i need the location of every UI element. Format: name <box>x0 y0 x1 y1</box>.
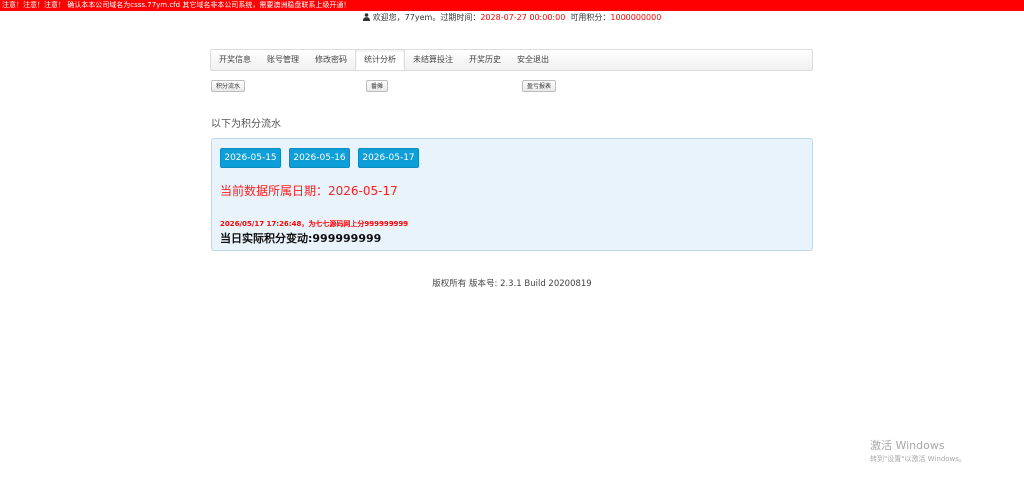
points-flow-panel: 2026-05-15 2026-05-16 2026-05-17 当前数据所属日… <box>211 138 813 251</box>
section-title: 以下为积分流水 <box>211 119 281 130</box>
watermark-title: 激活 Windows <box>870 439 945 452</box>
date-button-0516[interactable]: 2026-05-16 <box>289 148 350 168</box>
current-date-label: 当前数据所属日期：2026-05-17 <box>220 184 398 198</box>
nav-item-statistics[interactable]: 统计分析 <box>355 50 405 70</box>
windows-activation-watermark: 激活 Windows 转到"设置"以激活 Windows。 <box>870 439 966 464</box>
warning-bar: 注意！注意！注意！ 确认本本公司域名为csss.77ym.cfd 其它域名非本公… <box>0 0 1024 11</box>
welcome-line: 欢迎您，77yem。过期时间：2028-07-27 00:00:00 可用积分：… <box>0 12 1024 24</box>
welcome-prefix: 欢迎您，77yem。过期时间： <box>372 13 481 22</box>
points-value: 1000000000 <box>610 13 662 22</box>
profit-loss-report-button[interactable]: 盈亏报表 <box>522 80 557 92</box>
points-label: 可用积分： <box>570 13 611 22</box>
watermark-subtitle: 转到"设置"以激活 Windows。 <box>870 455 966 463</box>
date-button-0517[interactable]: 2026-05-17 <box>358 148 419 168</box>
points-log-entry: 2026/05/17 17:26:48，为七七源码网上分999999999 <box>220 220 409 228</box>
footer-copyright: 版权所有 版本号: 2.3.1 Build 20200819 <box>432 279 592 289</box>
expire-time: 2028-07-27 00:00:00 <box>480 13 566 22</box>
nav-item-account-management[interactable]: 账号管理 <box>259 50 307 70</box>
date-button-0515[interactable]: 2026-05-15 <box>220 148 281 168</box>
main-nav: 开奖信息 账号管理 修改密码 统计分析 未结算投注 开奖历史 安全退出 <box>210 49 813 71</box>
nav-item-change-password[interactable]: 修改密码 <box>307 50 355 70</box>
nav-item-logout[interactable]: 安全退出 <box>509 50 557 70</box>
daily-points-change: 当日实际积分变动:999999999 <box>220 232 382 245</box>
fantan-button[interactable]: 番摊 <box>366 80 389 92</box>
nav-item-unsettled-bets[interactable]: 未结算投注 <box>405 50 461 70</box>
nav-item-lottery-info[interactable]: 开奖信息 <box>211 50 259 70</box>
nav-item-lottery-history[interactable]: 开奖历史 <box>461 50 509 70</box>
points-flow-button[interactable]: 积分流水 <box>211 80 246 92</box>
user-icon <box>362 13 370 21</box>
